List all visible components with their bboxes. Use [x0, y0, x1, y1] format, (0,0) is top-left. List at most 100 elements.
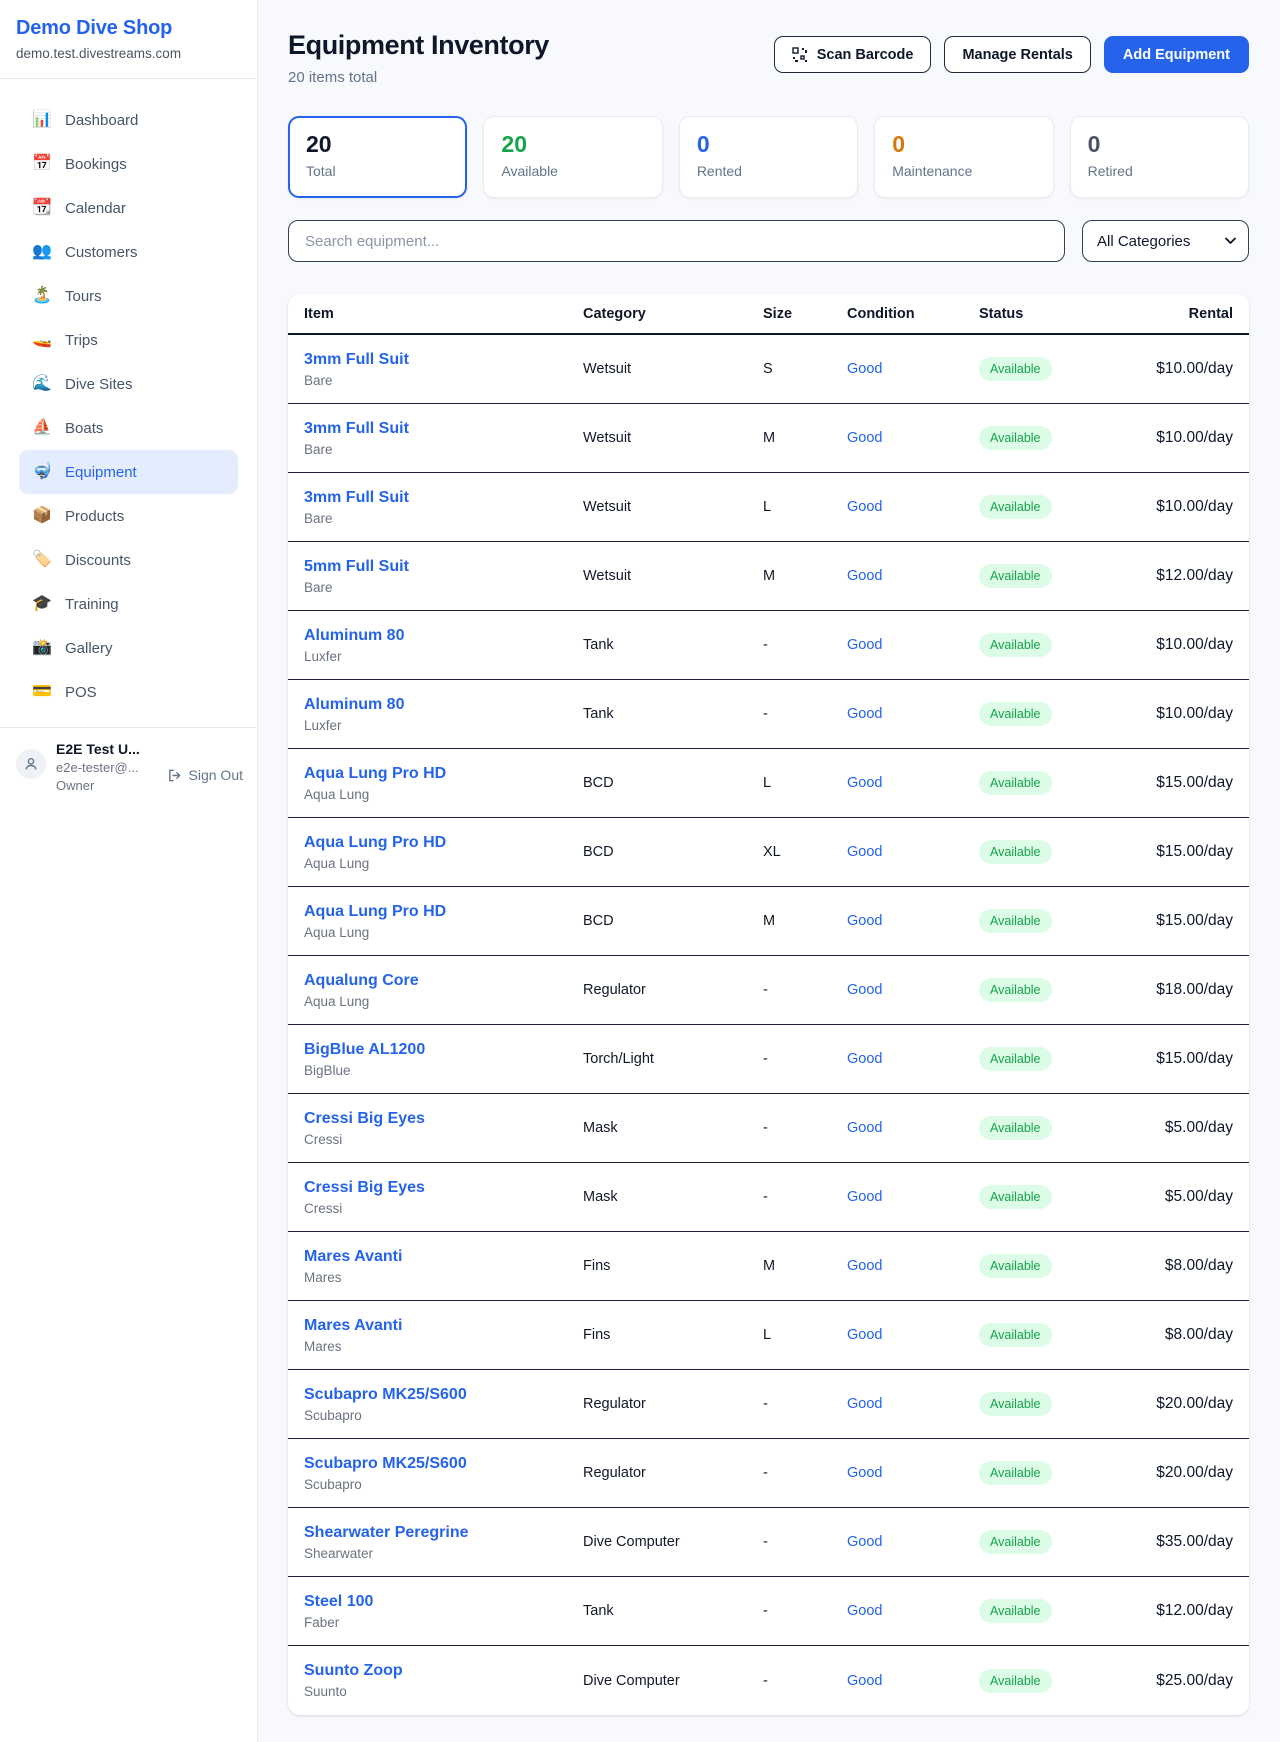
sidebar-item[interactable]: 👥 Customers: [19, 230, 238, 274]
manage-rentals-label: Manage Rentals: [962, 47, 1072, 63]
condition-link[interactable]: Good: [847, 568, 882, 584]
item-link[interactable]: Shearwater Peregrine: [304, 1524, 469, 1542]
sidebar-item-label: Boats: [65, 420, 103, 437]
size-cell: L: [763, 499, 847, 515]
equipment-table: Item Category Size Condition Status Rent…: [288, 294, 1249, 1715]
sidebar-item[interactable]: 📦 Products: [19, 494, 238, 538]
item-link[interactable]: 3mm Full Suit: [304, 420, 409, 438]
item-link[interactable]: Aqualung Core: [304, 972, 419, 990]
condition-link[interactable]: Good: [847, 1534, 882, 1550]
item-brand: Shearwater: [304, 1546, 583, 1561]
item-link[interactable]: Scubapro MK25/S600: [304, 1386, 467, 1404]
sidebar-item-icon: 🚤: [32, 332, 52, 348]
stat-card[interactable]: 20 Available: [483, 116, 662, 198]
sidebar-item[interactable]: 🏷️ Discounts: [19, 538, 238, 582]
item-link[interactable]: Cressi Big Eyes: [304, 1179, 425, 1197]
condition-link[interactable]: Good: [847, 361, 882, 377]
table-header-row: Item Category Size Condition Status Rent…: [288, 294, 1249, 335]
condition-link[interactable]: Good: [847, 1673, 882, 1689]
condition-link[interactable]: Good: [847, 1189, 882, 1205]
item-brand: Luxfer: [304, 718, 583, 733]
condition-link[interactable]: Good: [847, 706, 882, 722]
add-equipment-button[interactable]: Add Equipment: [1104, 36, 1249, 73]
status-badge: Available: [979, 1254, 1052, 1278]
condition-link[interactable]: Good: [847, 430, 882, 446]
sign-out-label: Sign Out: [189, 767, 243, 783]
sidebar-item[interactable]: 📊 Dashboard: [19, 98, 238, 142]
item-brand: Mares: [304, 1270, 583, 1285]
table-row: Mares Avanti Mares Fins M Good Available…: [288, 1232, 1249, 1301]
condition-link[interactable]: Good: [847, 1396, 882, 1412]
condition-link[interactable]: Good: [847, 1258, 882, 1274]
item-link[interactable]: Aqua Lung Pro HD: [304, 765, 446, 783]
category-cell: Tank: [583, 1603, 763, 1619]
item-link[interactable]: 3mm Full Suit: [304, 489, 409, 507]
sidebar-item[interactable]: 🤿 Equipment: [19, 450, 238, 494]
sidebar-item[interactable]: 📆 Calendar: [19, 186, 238, 230]
item-brand: Bare: [304, 511, 583, 526]
size-cell: M: [763, 913, 847, 929]
item-link[interactable]: Suunto Zoop: [304, 1662, 403, 1680]
sidebar-item-label: Gallery: [65, 640, 113, 657]
sidebar-item[interactable]: 🌊 Dive Sites: [19, 362, 238, 406]
item-link[interactable]: Aqua Lung Pro HD: [304, 903, 446, 921]
item-link[interactable]: Aluminum 80: [304, 627, 404, 645]
sidebar-item[interactable]: 📸 Gallery: [19, 626, 238, 670]
item-link[interactable]: Mares Avanti: [304, 1248, 402, 1266]
sidebar-item[interactable]: 🏝️ Tours: [19, 274, 238, 318]
sidebar-item-icon: 📅: [32, 156, 52, 172]
size-cell: -: [763, 1673, 847, 1689]
item-link[interactable]: Mares Avanti: [304, 1317, 402, 1335]
category-cell: Wetsuit: [583, 499, 763, 515]
size-cell: -: [763, 1534, 847, 1550]
sidebar-item[interactable]: 📅 Bookings: [19, 142, 238, 186]
rental-cell: $12.00/day: [1129, 567, 1233, 585]
condition-link[interactable]: Good: [847, 1327, 882, 1343]
item-link[interactable]: Steel 100: [304, 1593, 373, 1611]
stat-card[interactable]: 0 Retired: [1070, 116, 1249, 198]
condition-link[interactable]: Good: [847, 499, 882, 515]
condition-link[interactable]: Good: [847, 637, 882, 653]
condition-cell: Good: [847, 1603, 979, 1619]
stat-card[interactable]: 0 Rented: [679, 116, 858, 198]
logout-icon: [167, 768, 182, 783]
item-link[interactable]: BigBlue AL1200: [304, 1041, 425, 1059]
item-cell: 3mm Full Suit Bare: [304, 489, 583, 526]
search-input[interactable]: [288, 220, 1065, 262]
sidebar-item[interactable]: 🚤 Trips: [19, 318, 238, 362]
scan-barcode-button[interactable]: Scan Barcode: [774, 36, 932, 73]
sidebar-item[interactable]: ⛵ Boats: [19, 406, 238, 450]
condition-link[interactable]: Good: [847, 913, 882, 929]
condition-link[interactable]: Good: [847, 1465, 882, 1481]
condition-link[interactable]: Good: [847, 982, 882, 998]
condition-link[interactable]: Good: [847, 1120, 882, 1136]
item-link[interactable]: 5mm Full Suit: [304, 558, 409, 576]
item-link[interactable]: Aluminum 80: [304, 696, 404, 714]
stat-card[interactable]: 0 Maintenance: [874, 116, 1053, 198]
scan-barcode-label: Scan Barcode: [817, 47, 914, 63]
condition-cell: Good: [847, 1120, 979, 1136]
rental-cell: $15.00/day: [1129, 1050, 1233, 1068]
rental-cell: $20.00/day: [1129, 1464, 1233, 1482]
manage-rentals-button[interactable]: Manage Rentals: [944, 36, 1090, 73]
size-cell: -: [763, 1120, 847, 1136]
condition-link[interactable]: Good: [847, 844, 882, 860]
item-link[interactable]: Cressi Big Eyes: [304, 1110, 425, 1128]
condition-cell: Good: [847, 430, 979, 446]
condition-link[interactable]: Good: [847, 1603, 882, 1619]
sidebar-item[interactable]: 💳 POS: [19, 670, 238, 714]
status-badge: Available: [979, 1323, 1052, 1347]
sign-out-button[interactable]: Sign Out: [167, 757, 243, 793]
status-badge: Available: [979, 1461, 1052, 1485]
item-link[interactable]: 3mm Full Suit: [304, 351, 409, 369]
condition-link[interactable]: Good: [847, 1051, 882, 1067]
sidebar-item[interactable]: 🎓 Training: [19, 582, 238, 626]
status-cell: Available: [979, 771, 1129, 795]
item-link[interactable]: Scubapro MK25/S600: [304, 1455, 467, 1473]
condition-link[interactable]: Good: [847, 775, 882, 791]
category-select[interactable]: All Categories: [1082, 220, 1249, 262]
condition-cell: Good: [847, 499, 979, 515]
item-cell: Mares Avanti Mares: [304, 1248, 583, 1285]
stat-card[interactable]: 20 Total: [288, 116, 467, 198]
item-link[interactable]: Aqua Lung Pro HD: [304, 834, 446, 852]
